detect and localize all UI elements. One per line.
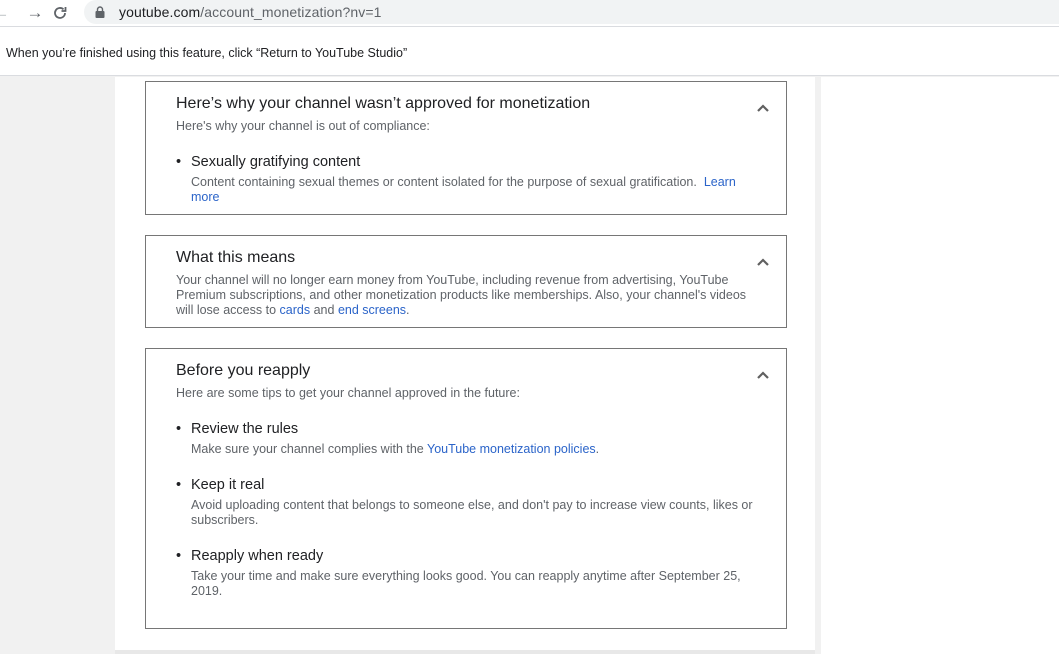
return-banner: When you’re finished using this feature,… [0,26,1059,76]
list-item-title: • Reapply when ready [176,548,324,564]
list-item-desc: Take your time and make sure everything … [191,569,741,598]
address-bar[interactable]: youtube.com/account_monetization?nv=1 [84,0,1059,24]
browser-toolbar: ← → youtube.com/account_monetization?nv=… [0,0,1059,26]
card-subtitle: Here are some tips to get your channel a… [176,386,520,400]
card-title: Before you reapply [176,362,311,379]
card-before-reapply: Before you reapply Here are some tips to… [145,348,787,629]
card-paragraph: Your channel will no longer earn money f… [176,273,747,317]
right-side-panel [821,77,1059,654]
url-host: youtube.com [119,4,201,20]
url-text[interactable]: youtube.com/account_monetization?nv=1 [119,4,382,20]
chevron-up-icon[interactable] [756,254,772,266]
chevron-up-icon[interactable] [756,100,772,112]
learn-more-link[interactable]: Learn [704,175,736,189]
monetization-policies-link[interactable]: YouTube monetization policies [427,442,596,456]
end-screens-link[interactable]: end screens [338,303,406,317]
card-not-approved: Here’s why your channel wasn’t approved … [145,81,787,215]
list-item-title: • Review the rules [176,421,299,437]
cards-link[interactable]: cards [280,303,311,317]
learn-more-link-cont[interactable]: more [191,190,219,204]
chevron-up-icon[interactable] [756,367,772,379]
url-path: /account_monetization?nv=1 [200,4,382,20]
card-title: What this means [176,249,296,266]
back-arrow-icon[interactable]: ← [0,0,14,26]
list-item-desc: Content containing sexual themes or cont… [191,175,736,204]
card-title: Here’s why your channel wasn’t approved … [176,95,591,112]
reload-icon[interactable] [52,5,78,21]
lock-icon [95,6,107,18]
list-item-title: • Keep it real [176,477,265,493]
card-what-this-means: What this means Your channel will no lon… [145,235,787,328]
banner-text: When you’re finished using this feature,… [6,46,408,60]
list-item-desc: Avoid uploading content that belongs to … [191,498,753,527]
card-subtitle: Here's why your channel is out of compli… [176,119,430,133]
panel-bottom-edge [115,650,815,654]
list-item-desc: Make sure your channel complies with the… [191,442,600,456]
forward-arrow-icon[interactable]: → [22,0,48,26]
list-item-title: • Sexually gratifying content [176,154,361,170]
